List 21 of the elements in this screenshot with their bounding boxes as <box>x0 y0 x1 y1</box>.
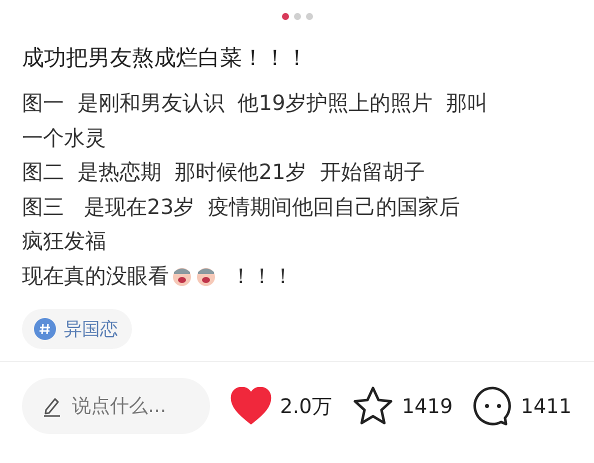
post-title: 成功把男友熬成烂白菜！！！ <box>22 45 309 73</box>
like-count: 2.0万 <box>280 392 332 420</box>
post-text: 一个水灵 <box>22 124 107 152</box>
collect-count: 1419 <box>402 394 453 418</box>
comment-count: 1411 <box>520 394 572 418</box>
post-text: ！！！ <box>229 262 294 290</box>
comment-field[interactable]: 说点什么... <box>22 378 210 434</box>
carousel-dot[interactable] <box>282 13 288 20</box>
comment-bubble-icon[interactable] <box>472 386 513 426</box>
hashtag-icon <box>34 318 56 340</box>
topic-tag[interactable]: 异国恋 <box>22 309 132 349</box>
post-text: 图一 是刚和男友认识 他19岁护照上的照片 那叫 <box>22 90 489 117</box>
pencil-icon <box>42 395 62 417</box>
heart-icon[interactable] <box>230 387 272 425</box>
post-text: 现在真的没眼看 <box>22 262 169 290</box>
carousel-dot[interactable] <box>294 13 300 20</box>
post-text: 图三 是现在23岁 疫情期间他回自己的国家后 <box>22 194 462 220</box>
post-text: 图二 是热恋期 那时候他21岁 开始留胡子 <box>22 159 426 186</box>
post-text: 疯狂发福 <box>22 228 107 255</box>
carousel-dot[interactable] <box>306 13 312 20</box>
star-icon[interactable] <box>352 386 394 426</box>
